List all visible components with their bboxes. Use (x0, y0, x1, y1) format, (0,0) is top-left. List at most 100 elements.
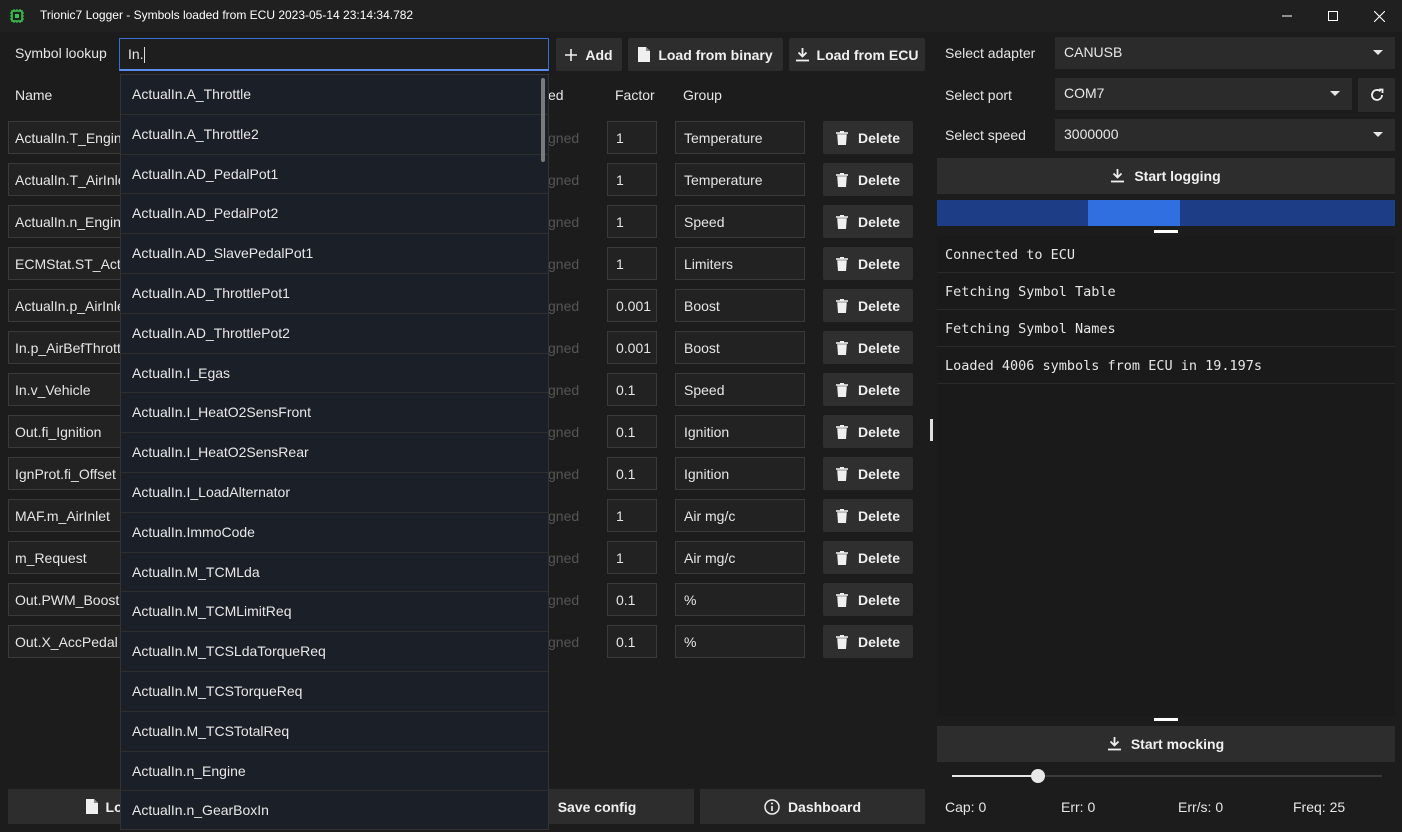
symbol-name-field[interactable]: m_Request (8, 541, 128, 574)
delete-button[interactable]: Delete (823, 625, 913, 658)
suggestion-item[interactable]: ActualIn.M_TCMLda (121, 553, 548, 593)
factor-field[interactable]: 0.1 (607, 415, 657, 448)
suggestion-item[interactable]: ActualIn.AD_ThrottlePot2 (121, 314, 548, 354)
suggestion-item[interactable]: ActualIn.M_TCSTotalReq (121, 712, 548, 752)
symbol-name-field[interactable]: ActualIn.T_AirInlet (8, 163, 128, 196)
factor-field[interactable]: 0.001 (607, 289, 657, 322)
load-ecu-label: Load from ECU (816, 46, 919, 63)
delete-button[interactable]: Delete (823, 331, 913, 364)
factor-field[interactable]: 0.001 (607, 331, 657, 364)
dashboard-button[interactable]: Dashboard (700, 789, 925, 824)
factor-field[interactable]: 0.1 (607, 625, 657, 658)
mock-rate-slider-thumb[interactable] (1031, 769, 1045, 783)
suggestion-item[interactable]: ActualIn.I_LoadAlternator (121, 473, 548, 513)
group-field[interactable]: Air mg/c (675, 499, 805, 532)
symbol-name-field[interactable]: In.v_Vehicle (8, 373, 128, 406)
delete-button[interactable]: Delete (823, 163, 913, 196)
dropdown-scrollbar[interactable] (541, 78, 545, 162)
delete-button[interactable]: Delete (823, 541, 913, 574)
symbol-name-field[interactable]: MAF.m_AirInlet (8, 499, 128, 532)
speed-select[interactable]: 3000000 (1055, 119, 1395, 151)
suggestion-item[interactable]: ActualIn.AD_PedalPot2 (121, 194, 548, 235)
trash-icon (835, 466, 848, 481)
group-field[interactable]: Speed (675, 373, 805, 406)
delete-button[interactable]: Delete (823, 373, 913, 406)
load-from-ecu-button[interactable]: Load from ECU (789, 38, 925, 71)
log-resize-handle[interactable] (1154, 230, 1178, 233)
adapter-select[interactable]: CANUSB (1055, 37, 1395, 69)
delete-button[interactable]: Delete (823, 247, 913, 280)
delete-button[interactable]: Delete (823, 205, 913, 238)
factor-field[interactable]: 1 (607, 499, 657, 532)
group-field[interactable]: % (675, 583, 805, 616)
trash-icon (835, 256, 848, 271)
group-field[interactable]: Air mg/c (675, 541, 805, 574)
group-field[interactable]: Ignition (675, 415, 805, 448)
symbol-name-field[interactable]: ActualIn.n_Engine (8, 205, 128, 238)
group-field[interactable]: Limiters (675, 247, 805, 280)
symbol-lookup-input[interactable]: In. (119, 38, 549, 71)
minimize-button[interactable] (1264, 0, 1310, 32)
group-field[interactable]: Temperature (675, 121, 805, 154)
factor-field[interactable]: 1 (607, 121, 657, 154)
symbol-name-field[interactable]: Out.X_AccPedal (8, 625, 128, 658)
suggestion-item[interactable]: ActualIn.AD_ThrottlePot1 (121, 274, 548, 314)
symbol-name-field[interactable]: Out.fi_Ignition (8, 415, 128, 448)
factor-field[interactable]: 1 (607, 541, 657, 574)
delete-button[interactable]: Delete (823, 583, 913, 616)
header-group: Group (683, 87, 722, 103)
start-mocking-button[interactable]: Start mocking (937, 726, 1395, 762)
suggestion-item[interactable]: ActualIn.I_HeatO2SensRear (121, 433, 548, 473)
refresh-ports-button[interactable] (1358, 78, 1395, 112)
suggestion-item[interactable]: ActualIn.M_TCMLimitReq (121, 592, 548, 633)
load-from-binary-button[interactable]: Load from binary (628, 38, 783, 71)
add-button[interactable]: Add (556, 38, 622, 71)
delete-button[interactable]: Delete (823, 457, 913, 490)
suggestion-item[interactable]: ActualIn.M_TCSTorqueReq (121, 672, 548, 712)
factor-field[interactable]: 0.1 (607, 583, 657, 616)
factor-field[interactable]: 1 (607, 205, 657, 238)
factor-field[interactable]: 1 (607, 163, 657, 196)
adapter-label: Select adapter (945, 45, 1036, 61)
suggestion-item[interactable]: ActualIn.AD_SlavePedalPot1 (121, 234, 548, 274)
port-select[interactable]: COM7 (1055, 78, 1352, 110)
suggestion-item[interactable]: ActualIn.AD_PedalPot1 (121, 155, 548, 195)
symbol-name-field[interactable]: In.p_AirBefThrottle (8, 331, 128, 364)
suggestion-item[interactable]: ActualIn.ImmoCode (121, 513, 548, 553)
factor-field[interactable]: 0.1 (607, 373, 657, 406)
suggestion-item[interactable]: ActualIn.I_HeatO2SensFront (121, 393, 548, 434)
suggestion-item[interactable]: ActualIn.A_Throttle (121, 75, 548, 115)
suggestion-item[interactable]: ActualIn.n_GearBoxIn (121, 791, 548, 829)
panel-splitter[interactable] (930, 419, 933, 441)
suggestion-item[interactable]: ActualIn.M_TCSLdaTorqueReq (121, 632, 548, 672)
suggestion-item[interactable]: ActualIn.I_Egas (121, 354, 548, 394)
log-output: Connected to ECU Fetching Symbol Table Fet… (937, 236, 1395, 716)
close-button[interactable] (1356, 0, 1402, 32)
symbol-name-field[interactable]: IgnProt.fi_Offset (8, 457, 128, 490)
suggestion-item[interactable]: ActualIn.n_Engine (121, 752, 548, 792)
factor-field[interactable]: 1 (607, 247, 657, 280)
maximize-button[interactable] (1310, 0, 1356, 32)
err-per-sec-stat: Err/s: 0 (1178, 799, 1224, 815)
group-field[interactable]: Ignition (675, 457, 805, 490)
group-field[interactable]: Boost (675, 331, 805, 364)
group-field[interactable]: Boost (675, 289, 805, 322)
suggestion-item[interactable]: ActualIn.A_Throttle2 (121, 115, 548, 155)
cap-stat: Cap: 0 (945, 799, 987, 815)
group-field[interactable]: Speed (675, 205, 805, 238)
group-field[interactable]: Temperature (675, 163, 805, 196)
delete-button[interactable]: Delete (823, 121, 913, 154)
group-field[interactable]: % (675, 625, 805, 658)
symbol-name-field[interactable]: Out.PWM_BoostCntrl (8, 583, 128, 616)
symbol-name-field[interactable]: ActualIn.T_Engine (8, 121, 128, 154)
delete-button[interactable]: Delete (823, 289, 913, 322)
delete-button[interactable]: Delete (823, 499, 913, 532)
speed-value: 3000000 (1064, 126, 1119, 142)
symbol-suggestion-dropdown[interactable]: ActualIn.A_Throttle ActualIn.A_Throttle2 A… (120, 74, 549, 830)
mock-resize-handle[interactable] (1154, 718, 1178, 721)
delete-button[interactable]: Delete (823, 415, 913, 448)
factor-field[interactable]: 0.1 (607, 457, 657, 490)
start-logging-button[interactable]: Start logging (937, 158, 1395, 194)
symbol-name-field[interactable]: ActualIn.p_AirInlet (8, 289, 128, 322)
symbol-name-field[interactable]: ECMStat.ST_Active (8, 247, 128, 280)
